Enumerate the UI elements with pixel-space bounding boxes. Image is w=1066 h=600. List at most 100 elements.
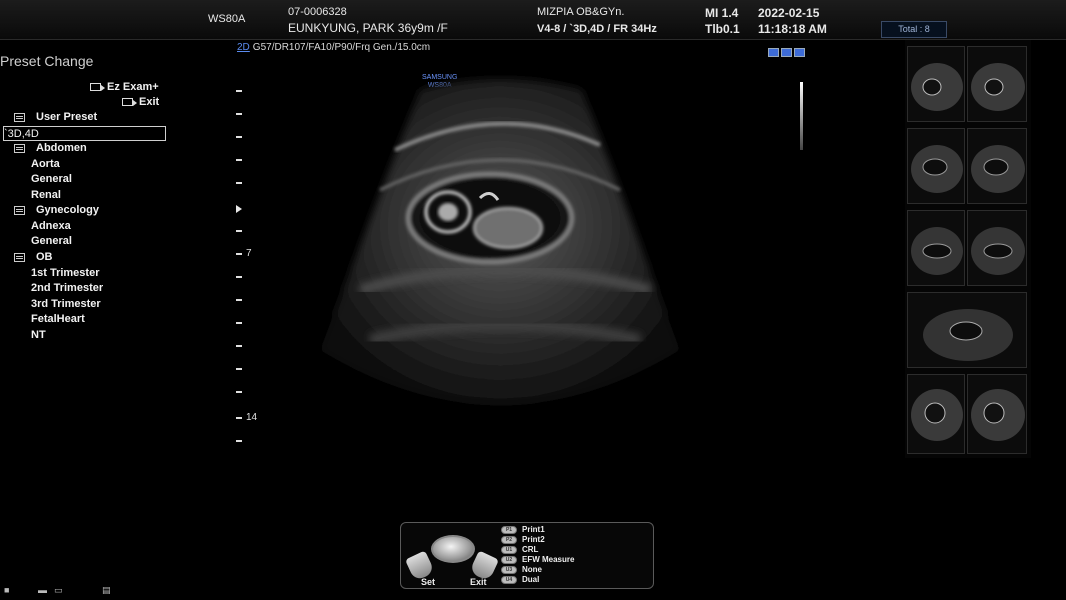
network-icon: ▭ <box>54 585 63 595</box>
exit-button[interactable]: Exit <box>122 96 159 108</box>
imaging-parameters: 2D G57/DR107/FA10/P90/Frq Gen./15.0cm <box>237 42 430 53</box>
thumbnail-image[interactable] <box>907 46 965 122</box>
key-badge-icon: U3 <box>501 565 517 574</box>
function-key-label: Print2 <box>522 535 545 544</box>
function-key-print2[interactable]: P2 Print2 <box>501 535 545 545</box>
depth-tick <box>236 417 242 419</box>
preset-item-3d4d[interactable]: `3D,4D <box>3 126 166 141</box>
patient-id: 07-0006328 <box>288 6 347 18</box>
tib-value: Tlb0.1 <box>705 22 740 36</box>
thumbnail-preview <box>971 389 1025 441</box>
thumbnail-image[interactable] <box>907 374 965 454</box>
preset-item-label: FetalHeart <box>31 313 85 325</box>
depth-tick <box>236 299 242 301</box>
function-key-label: Print1 <box>522 525 545 534</box>
thumbnail-image[interactable] <box>967 46 1027 122</box>
function-key-label: CRL <box>522 545 539 554</box>
mi-value: MI 1.4 <box>705 6 739 20</box>
probe-info: V4-8 / `3D,4D / FR 34Hz <box>537 23 657 35</box>
storage-icon <box>794 48 805 57</box>
function-key-dual[interactable]: U4 Dual <box>501 575 539 585</box>
thumbnail-image[interactable] <box>907 292 1027 368</box>
key-badge-icon: P2 <box>501 535 517 544</box>
thumbnail-image[interactable] <box>967 374 1027 454</box>
key-badge-icon: U2 <box>501 555 517 564</box>
depth-tick <box>236 322 242 324</box>
depth-tick <box>236 345 242 347</box>
function-key-crl[interactable]: U1 CRL <box>501 545 538 555</box>
preset-item-label: 3rd Trimester <box>31 298 101 310</box>
storage-icon: ▤ <box>102 585 111 595</box>
preset-item-label: Aorta <box>31 158 60 170</box>
thumbnail-preview <box>971 145 1025 193</box>
thumbnail-preview <box>923 309 1013 361</box>
thumbnail-preview <box>971 227 1025 275</box>
patient-name: EUNKYUNG, PARK 36y9m /F <box>288 21 448 35</box>
preset-panel-title: Preset Change <box>0 53 94 69</box>
trackball-icon[interactable] <box>431 535 475 563</box>
depth-tick <box>236 136 242 138</box>
folder-list-icon <box>14 113 25 122</box>
thumbnail-preview <box>911 389 963 441</box>
network-icon <box>781 48 792 57</box>
status-icons <box>768 44 807 62</box>
ultrasound-image[interactable] <box>300 60 720 460</box>
depth-label-14: 14 <box>246 412 258 423</box>
depth-tick <box>236 159 242 161</box>
thumbnail-image[interactable] <box>967 128 1027 204</box>
function-key-none[interactable]: U3 None <box>501 565 542 575</box>
exam-date: 2022-02-15 <box>758 6 820 20</box>
imaging-settings: G57/DR107/FA10/P90/Frq Gen./15.0cm <box>252 42 431 53</box>
preset-item-label: NT <box>31 329 46 341</box>
preset-item-label: `3D,4D <box>4 128 39 140</box>
thumbnail-preview <box>911 227 963 275</box>
function-key-label: None <box>522 565 542 574</box>
preset-group-label: Gynecology <box>36 204 99 216</box>
set-key-label: Set <box>421 577 436 587</box>
preset-item-label: 2nd Trimester <box>31 282 104 294</box>
thumbnail-image[interactable] <box>907 128 965 204</box>
total-images-badge: Total : 8 <box>881 21 947 38</box>
depth-label-7: 7 <box>246 248 252 259</box>
probe-connect-icon: ▬ <box>38 585 47 595</box>
thumbnail-preview <box>971 63 1025 111</box>
preset-item-label: Adnexa <box>31 220 71 232</box>
mode-2d-link[interactable]: 2D <box>237 42 250 53</box>
key-badge-icon: U4 <box>501 575 517 584</box>
thumbnail-panel <box>905 40 1031 458</box>
thumbnail-preview <box>911 145 963 193</box>
exam-time: 11:18:18 AM <box>758 22 827 36</box>
function-key-label: Dual <box>522 575 540 584</box>
folder-list-icon <box>14 144 25 153</box>
ultrasound-sector <box>320 79 680 405</box>
thumbnail-image[interactable] <box>967 210 1027 286</box>
depth-tick <box>236 391 242 393</box>
preset-item-label: General <box>31 173 72 185</box>
thumbnail-image[interactable] <box>907 210 965 286</box>
folder-list-icon <box>14 253 25 262</box>
depth-tick <box>236 440 242 442</box>
header-bar: WS80A 07-0006328 EUNKYUNG, PARK 36y9m /F… <box>0 0 1066 40</box>
ez-exam-label: Ez Exam+ <box>107 81 159 93</box>
preset-group-label: User Preset <box>36 111 98 123</box>
focus-marker-icon[interactable] <box>236 205 242 213</box>
preset-item-label: General <box>31 235 72 247</box>
preset-item-label: Renal <box>31 189 61 201</box>
function-key-print1[interactable]: P1 Print1 <box>501 525 545 535</box>
preset-group-label: OB <box>36 251 53 263</box>
exit-arrow-icon <box>122 98 137 107</box>
exit-label: Exit <box>139 96 160 108</box>
depth-tick <box>236 182 242 184</box>
lock-icon: ■ <box>4 585 10 595</box>
folder-list-icon <box>14 206 25 215</box>
function-key-label: EFW Measure <box>522 555 575 564</box>
ez-exam-button[interactable]: Ez Exam+ <box>90 81 159 93</box>
depth-tick <box>236 90 242 92</box>
function-key-efw-measure[interactable]: U2 EFW Measure <box>501 555 574 565</box>
system-name: WS80A <box>208 13 246 25</box>
depth-tick <box>236 253 242 255</box>
exit-key-label: Exit <box>470 577 487 587</box>
key-badge-icon: U1 <box>501 545 517 554</box>
depth-tick <box>236 113 242 115</box>
thumbnail-preview <box>911 63 963 111</box>
